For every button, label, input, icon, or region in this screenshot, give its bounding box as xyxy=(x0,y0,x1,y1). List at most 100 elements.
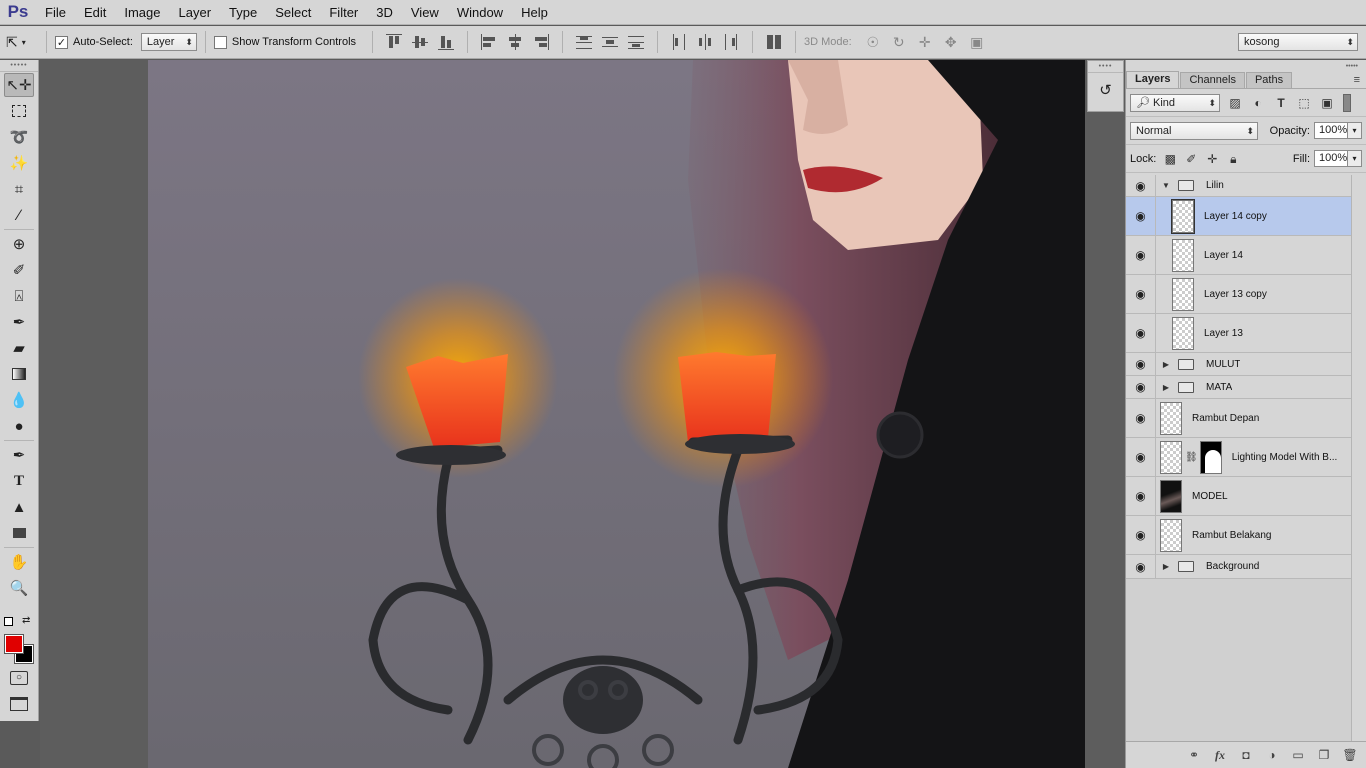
marquee-tool-icon[interactable] xyxy=(4,99,34,123)
filter-type-icon[interactable]: T xyxy=(1273,95,1289,111)
auto-select-dropdown[interactable]: Layer xyxy=(140,33,197,51)
visibility-eye-icon[interactable]: ◉ xyxy=(1126,376,1156,398)
visibility-eye-icon[interactable]: ◉ xyxy=(1126,555,1156,578)
panel-grip[interactable]: ••••• xyxy=(0,60,38,72)
layer-row-model[interactable]: ◉ MODEL xyxy=(1126,477,1351,516)
align-hcenter-icon[interactable] xyxy=(507,34,523,50)
healing-brush-icon[interactable]: ⊕ xyxy=(4,232,34,256)
expand-arrow-icon[interactable]: ▶ xyxy=(1160,562,1172,571)
menu-view[interactable]: View xyxy=(402,0,448,25)
document-canvas[interactable] xyxy=(148,60,1085,768)
3d-orbit-icon[interactable]: ☉ xyxy=(864,34,882,50)
eraser-tool-icon[interactable]: ▰ xyxy=(4,336,34,360)
align-left-icon[interactable] xyxy=(481,34,497,50)
gradient-tool-icon[interactable] xyxy=(4,362,34,386)
auto-align-icon[interactable] xyxy=(766,34,782,50)
quick-mask-icon[interactable]: ○ xyxy=(10,671,28,685)
workspace-dropdown[interactable]: kosong xyxy=(1238,33,1358,51)
align-right-icon[interactable] xyxy=(533,34,550,50)
distribute-vcenter-icon[interactable] xyxy=(602,34,619,50)
tab-layers[interactable]: Layers xyxy=(1126,71,1180,88)
pen-tool-icon[interactable]: ✒ xyxy=(4,443,34,467)
filter-adjustment-icon[interactable]: ◐ xyxy=(1250,95,1266,111)
menu-window[interactable]: Window xyxy=(448,0,512,25)
layer-row-layer-13[interactable]: ◉ Layer 13 xyxy=(1126,314,1351,353)
new-layer-icon[interactable]: ❐ xyxy=(1314,747,1334,763)
visibility-eye-icon[interactable]: ◉ xyxy=(1126,516,1156,554)
history-panel-icon[interactable]: ↺ xyxy=(1094,79,1118,103)
align-bottom-icon[interactable] xyxy=(438,34,455,50)
menu-image[interactable]: Image xyxy=(115,0,169,25)
visibility-eye-icon[interactable]: ◉ xyxy=(1126,353,1156,375)
new-group-icon[interactable]: ▭ xyxy=(1288,747,1308,763)
blur-tool-icon[interactable]: 💧 xyxy=(4,388,34,412)
expand-arrow-icon[interactable]: ▶ xyxy=(1160,360,1172,369)
tab-channels[interactable]: Channels xyxy=(1180,72,1245,88)
menu-select[interactable]: Select xyxy=(266,0,320,25)
blend-mode-dropdown[interactable]: Normal xyxy=(1130,121,1258,140)
layer-mask-thumbnail[interactable] xyxy=(1199,440,1222,474)
visibility-eye-icon[interactable]: ◉ xyxy=(1126,175,1156,196)
zoom-tool-icon[interactable]: 🔍 xyxy=(4,576,34,600)
visibility-eye-icon[interactable]: ◉ xyxy=(1126,236,1156,274)
swap-colors-icon[interactable]: ⇄ xyxy=(22,615,30,626)
distribute-top-icon[interactable] xyxy=(576,34,593,50)
dodge-tool-icon[interactable]: ● xyxy=(4,414,34,438)
move-tool-icon[interactable]: ↖✛ xyxy=(4,73,34,97)
layer-row-layer-14-copy[interactable]: ◉ Layer 14 copy xyxy=(1126,197,1351,236)
tab-paths[interactable]: Paths xyxy=(1245,72,1293,88)
foreground-color-swatch[interactable] xyxy=(4,634,24,654)
lock-position-icon[interactable]: ✛ xyxy=(1205,152,1219,166)
visibility-eye-icon[interactable]: ◉ xyxy=(1126,477,1156,515)
history-brush-icon[interactable]: ✒ xyxy=(4,310,34,334)
align-top-icon[interactable] xyxy=(386,34,403,50)
delete-layer-icon[interactable]: 🗑︎ xyxy=(1340,747,1360,763)
magic-wand-icon[interactable]: ✨ xyxy=(4,151,34,175)
layer-row-mata[interactable]: ◉ ▶ MATA xyxy=(1126,376,1351,399)
menu-filter[interactable]: Filter xyxy=(320,0,367,25)
3d-slide-icon[interactable]: ✥ xyxy=(942,34,960,50)
menu-help[interactable]: Help xyxy=(512,0,557,25)
layer-row-rambut-belakang[interactable]: ◉ Rambut Belakang xyxy=(1126,516,1351,555)
layer-list-scrollbar[interactable] xyxy=(1351,175,1366,743)
menu-3d[interactable]: 3D xyxy=(367,0,402,25)
opacity-input[interactable]: 100% xyxy=(1314,122,1348,139)
move-tool-preset-icon[interactable]: ⇱ ▾ xyxy=(6,34,38,51)
layer-row-layer-14[interactable]: ◉ Layer 14 xyxy=(1126,236,1351,275)
panel-menu-icon[interactable]: ≡ xyxy=(1354,74,1360,86)
adjustment-layer-icon[interactable]: ◑ xyxy=(1262,747,1282,763)
distribute-hcenter-icon[interactable] xyxy=(697,34,713,50)
filter-pixel-icon[interactable]: ▨ xyxy=(1227,95,1243,111)
crop-tool-icon[interactable]: ⌗ xyxy=(4,177,34,201)
layer-row-layer-13-copy[interactable]: ◉ Layer 13 copy xyxy=(1126,275,1351,314)
link-chain-icon[interactable]: ⛓ xyxy=(1185,452,1198,463)
layer-style-fx-icon[interactable]: fx xyxy=(1210,747,1230,763)
lasso-tool-icon[interactable]: ➰ xyxy=(4,125,34,149)
distribute-left-icon[interactable] xyxy=(671,34,687,50)
layer-row-rambut-depan[interactable]: ◉ Rambut Depan xyxy=(1126,399,1351,438)
visibility-eye-icon[interactable]: ◉ xyxy=(1126,197,1156,235)
align-vcenter-icon[interactable] xyxy=(412,34,429,50)
brush-tool-icon[interactable]: ✐ xyxy=(4,258,34,282)
filter-shape-icon[interactable]: ⬚ xyxy=(1296,95,1312,111)
visibility-eye-icon[interactable]: ◉ xyxy=(1126,275,1156,313)
distribute-bottom-icon[interactable] xyxy=(628,34,645,50)
menu-layer[interactable]: Layer xyxy=(170,0,221,25)
panel-grip[interactable]: •••• xyxy=(1088,61,1123,73)
layer-row-background[interactable]: ◉ ▶ Background xyxy=(1126,555,1351,579)
layer-row-mulut[interactable]: ◉ ▶ MULUT xyxy=(1126,353,1351,376)
fill-input[interactable]: 100% xyxy=(1314,150,1348,167)
visibility-eye-icon[interactable]: ◉ xyxy=(1126,399,1156,437)
collapse-arrow-icon[interactable]: ▼ xyxy=(1160,181,1172,190)
eyedropper-icon[interactable]: ∕ xyxy=(4,203,34,227)
hand-tool-icon[interactable]: ✋ xyxy=(4,550,34,574)
menu-file[interactable]: File xyxy=(36,0,75,25)
default-colors-icon[interactable] xyxy=(4,617,13,626)
filter-smart-object-icon[interactable]: ▣ xyxy=(1319,95,1335,111)
3d-pan-icon[interactable]: ✛ xyxy=(916,34,934,50)
link-layers-icon[interactable]: ⚭ xyxy=(1184,747,1204,763)
menu-edit[interactable]: Edit xyxy=(75,0,115,25)
lock-image-icon[interactable]: ✐ xyxy=(1184,152,1198,166)
fill-dropdown-icon[interactable]: ▾ xyxy=(1348,150,1362,167)
layer-row-lilin[interactable]: ◉ ▼ Lilin xyxy=(1126,175,1351,197)
